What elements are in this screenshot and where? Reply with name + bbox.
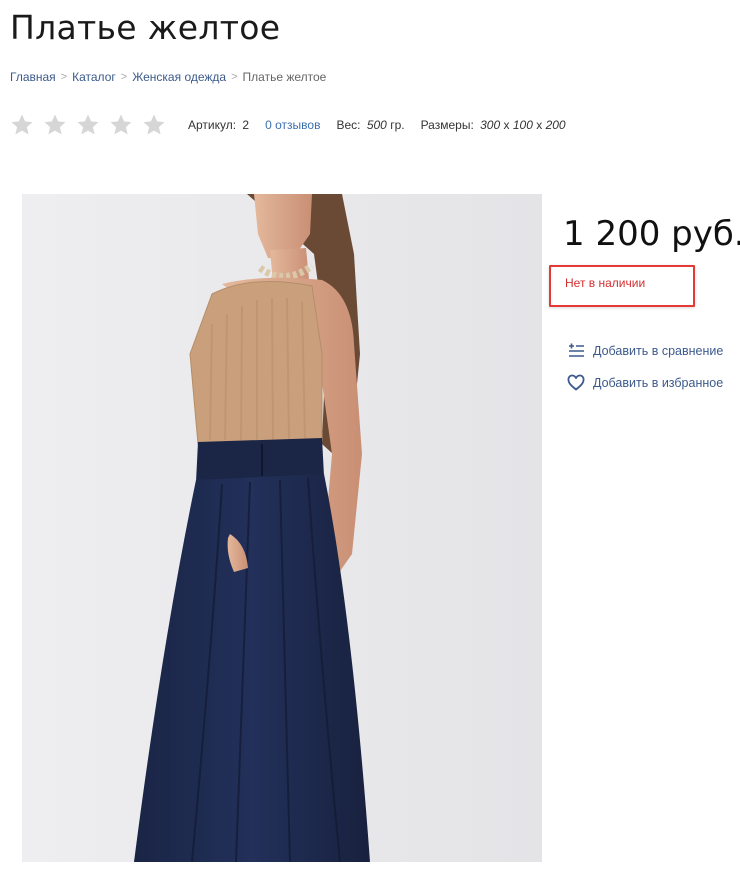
article-value: 2 — [242, 118, 250, 132]
favorite-label: Добавить в избранное — [593, 376, 724, 390]
heart-icon — [567, 374, 585, 391]
size-height: 100 — [512, 118, 533, 132]
star-icon[interactable] — [109, 113, 133, 137]
add-to-compare-button[interactable]: Добавить в сравнение — [567, 342, 723, 360]
size-separator: x — [503, 118, 510, 132]
star-icon[interactable] — [10, 113, 34, 137]
size-width: 300 — [480, 118, 501, 132]
product-meta-row: Артикул: 2 0 отзывов Вес: 500 гр. Размер… — [10, 112, 582, 138]
weight-unit: гр. — [390, 118, 405, 132]
breadcrumb-separator: > — [60, 71, 68, 83]
star-icon[interactable] — [142, 113, 166, 137]
article-info: Артикул: 2 — [188, 118, 249, 132]
star-icon[interactable] — [76, 113, 100, 137]
breadcrumb-separator: > — [120, 71, 128, 83]
product-price: 1 200 руб. — [563, 214, 740, 254]
compare-icon — [569, 343, 584, 357]
stock-status-box: Нет в наличии — [549, 265, 695, 307]
weight-label: Вес: — [336, 118, 361, 132]
breadcrumb-current: Платье желтое — [242, 70, 327, 84]
sizes-info: Размеры: 300 x 100 x 200 — [421, 118, 566, 132]
product-photo-illustration — [22, 194, 542, 862]
stock-status: Нет в наличии — [565, 276, 646, 290]
size-separator: x — [536, 118, 543, 132]
breadcrumb-separator: > — [231, 71, 238, 83]
breadcrumb-womens-clothing[interactable]: Женская одежда — [132, 70, 226, 84]
breadcrumb-home[interactable]: Главная — [10, 70, 56, 84]
article-label: Артикул: — [188, 118, 237, 132]
sizes-label: Размеры: — [420, 118, 474, 132]
page-title: Платье желтое — [10, 8, 281, 47]
size-depth: 200 — [545, 118, 566, 132]
rating-stars[interactable] — [10, 113, 166, 137]
weight-value: 500 — [366, 118, 387, 132]
breadcrumb: Главная > Каталог > Женская одежда > Пла… — [10, 70, 326, 84]
reviews-link[interactable]: 0 отзывов — [265, 118, 320, 132]
product-photo[interactable] — [22, 194, 542, 862]
compare-label: Добавить в сравнение — [593, 344, 724, 358]
add-to-favorites-button[interactable]: Добавить в избранное — [567, 374, 723, 392]
weight-info: Вес: 500 гр. — [336, 118, 404, 132]
breadcrumb-catalog[interactable]: Каталог — [72, 70, 116, 84]
star-icon[interactable] — [43, 113, 67, 137]
